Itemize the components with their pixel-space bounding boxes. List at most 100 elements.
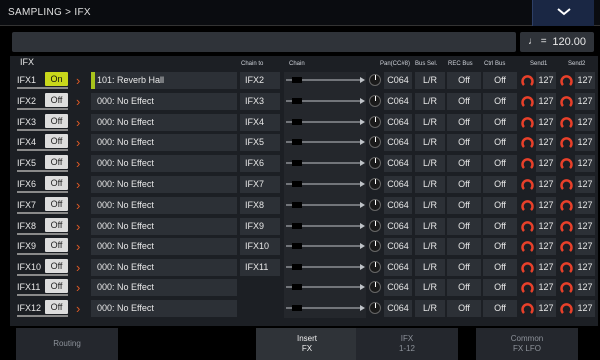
ctrl-bus-select[interactable]: Off	[483, 300, 517, 317]
send2-value[interactable]: 127	[575, 114, 595, 131]
effect-select[interactable]: 000: No Effect	[91, 300, 237, 317]
pan-value[interactable]: C064	[384, 155, 412, 172]
send2-value[interactable]: 127	[575, 197, 595, 214]
rec-bus-select[interactable]: Off	[447, 279, 481, 296]
effect-select[interactable]: 000: No Effect	[91, 176, 237, 193]
pan-knob-icon[interactable]	[369, 178, 381, 190]
send2-value[interactable]: 127	[575, 279, 595, 296]
send1-value[interactable]: 127	[536, 218, 556, 235]
bus-select[interactable]: L/R	[415, 155, 445, 172]
send1-value[interactable]: 127	[536, 197, 556, 214]
pan-value[interactable]: C064	[384, 93, 412, 110]
chain-to-select[interactable]: IFX10	[240, 238, 280, 255]
pan-knob-icon[interactable]	[369, 261, 381, 273]
send2-value[interactable]: 127	[575, 134, 595, 151]
ctrl-bus-select[interactable]: Off	[483, 134, 517, 151]
pan-knob-icon[interactable]	[369, 240, 381, 252]
pan-knob-icon[interactable]	[369, 157, 381, 169]
chevron-right-icon[interactable]: ›	[76, 114, 86, 131]
chevron-right-icon[interactable]: ›	[76, 300, 86, 317]
send2-value[interactable]: 127	[575, 259, 595, 276]
ifx-on-off-toggle[interactable]: Off	[45, 155, 68, 169]
pan-knob-icon[interactable]	[369, 116, 381, 128]
chevron-right-icon[interactable]: ›	[76, 197, 86, 214]
pan-knob-icon[interactable]	[369, 220, 381, 232]
ctrl-bus-select[interactable]: Off	[483, 176, 517, 193]
send1-value[interactable]: 127	[536, 93, 556, 110]
send1-value[interactable]: 127	[536, 238, 556, 255]
pan-value[interactable]: C064	[384, 279, 412, 296]
send1-value[interactable]: 127	[536, 176, 556, 193]
bus-select[interactable]: L/R	[415, 197, 445, 214]
effect-select[interactable]: 000: No Effect	[91, 259, 237, 276]
send1-value[interactable]: 127	[536, 114, 556, 131]
ctrl-bus-select[interactable]: Off	[483, 218, 517, 235]
rec-bus-select[interactable]: Off	[447, 155, 481, 172]
ctrl-bus-select[interactable]: Off	[483, 93, 517, 110]
bus-select[interactable]: L/R	[415, 72, 445, 89]
bus-select[interactable]: L/R	[415, 279, 445, 296]
chain-to-select[interactable]: IFX6	[240, 155, 280, 172]
effect-select[interactable]: 000: No Effect	[91, 134, 237, 151]
pan-value[interactable]: C064	[384, 238, 412, 255]
ctrl-bus-select[interactable]: Off	[483, 197, 517, 214]
ifx-on-off-toggle[interactable]: Off	[45, 93, 68, 107]
bus-select[interactable]: L/R	[415, 114, 445, 131]
chain-to-select[interactable]: IFX11	[240, 259, 280, 276]
ctrl-bus-select[interactable]: Off	[483, 238, 517, 255]
tab-common-fx-lfo[interactable]: Common FX LFO	[476, 328, 578, 360]
chevron-right-icon[interactable]: ›	[76, 176, 86, 193]
send2-value[interactable]: 127	[575, 93, 595, 110]
chevron-right-icon[interactable]: ›	[76, 279, 86, 296]
tab-routing[interactable]: Routing	[16, 328, 118, 360]
rec-bus-select[interactable]: Off	[447, 218, 481, 235]
rec-bus-select[interactable]: Off	[447, 72, 481, 89]
pan-knob-icon[interactable]	[369, 74, 381, 86]
send2-value[interactable]: 127	[575, 300, 595, 317]
send2-value[interactable]: 127	[575, 72, 595, 89]
pan-knob-icon[interactable]	[369, 199, 381, 211]
pan-value[interactable]: C064	[384, 134, 412, 151]
ifx-on-off-toggle[interactable]: On	[45, 72, 68, 86]
effect-select[interactable]: 000: No Effect	[91, 114, 237, 131]
name-field[interactable]	[12, 32, 516, 52]
effect-select[interactable]: 000: No Effect	[91, 93, 237, 110]
rec-bus-select[interactable]: Off	[447, 238, 481, 255]
pan-value[interactable]: C064	[384, 218, 412, 235]
chevron-right-icon[interactable]: ›	[76, 155, 86, 172]
pan-value[interactable]: C064	[384, 114, 412, 131]
send1-value[interactable]: 127	[536, 300, 556, 317]
rec-bus-select[interactable]: Off	[447, 300, 481, 317]
send1-value[interactable]: 127	[536, 134, 556, 151]
rec-bus-select[interactable]: Off	[447, 93, 481, 110]
chain-to-select[interactable]: IFX8	[240, 197, 280, 214]
pan-knob-icon[interactable]	[369, 281, 381, 293]
pan-value[interactable]: C064	[384, 72, 412, 89]
chain-to-select[interactable]: IFX4	[240, 114, 280, 131]
send2-value[interactable]: 127	[575, 155, 595, 172]
chain-to-select[interactable]: IFX7	[240, 176, 280, 193]
rec-bus-select[interactable]: Off	[447, 197, 481, 214]
ifx-on-off-toggle[interactable]: Off	[45, 300, 68, 314]
chain-to-select[interactable]: IFX2	[240, 72, 280, 89]
ifx-on-off-toggle[interactable]: Off	[45, 176, 68, 190]
ctrl-bus-select[interactable]: Off	[483, 114, 517, 131]
effect-select[interactable]: 000: No Effect	[91, 218, 237, 235]
rec-bus-select[interactable]: Off	[447, 134, 481, 151]
effect-select[interactable]: 000: No Effect	[91, 279, 237, 296]
ctrl-bus-select[interactable]: Off	[483, 155, 517, 172]
ifx-on-off-toggle[interactable]: Off	[45, 114, 68, 128]
effect-select[interactable]: 101: Reverb Hall	[91, 72, 237, 89]
send1-value[interactable]: 127	[536, 279, 556, 296]
bus-select[interactable]: L/R	[415, 218, 445, 235]
chevron-right-icon[interactable]: ›	[76, 259, 86, 276]
effect-select[interactable]: 000: No Effect	[91, 155, 237, 172]
chain-to-select[interactable]: IFX3	[240, 93, 280, 110]
rec-bus-select[interactable]: Off	[447, 259, 481, 276]
page-menu-button[interactable]	[532, 0, 594, 26]
bus-select[interactable]: L/R	[415, 176, 445, 193]
send1-value[interactable]: 127	[536, 259, 556, 276]
ctrl-bus-select[interactable]: Off	[483, 259, 517, 276]
pan-knob-icon[interactable]	[369, 302, 381, 314]
chevron-right-icon[interactable]: ›	[76, 238, 86, 255]
